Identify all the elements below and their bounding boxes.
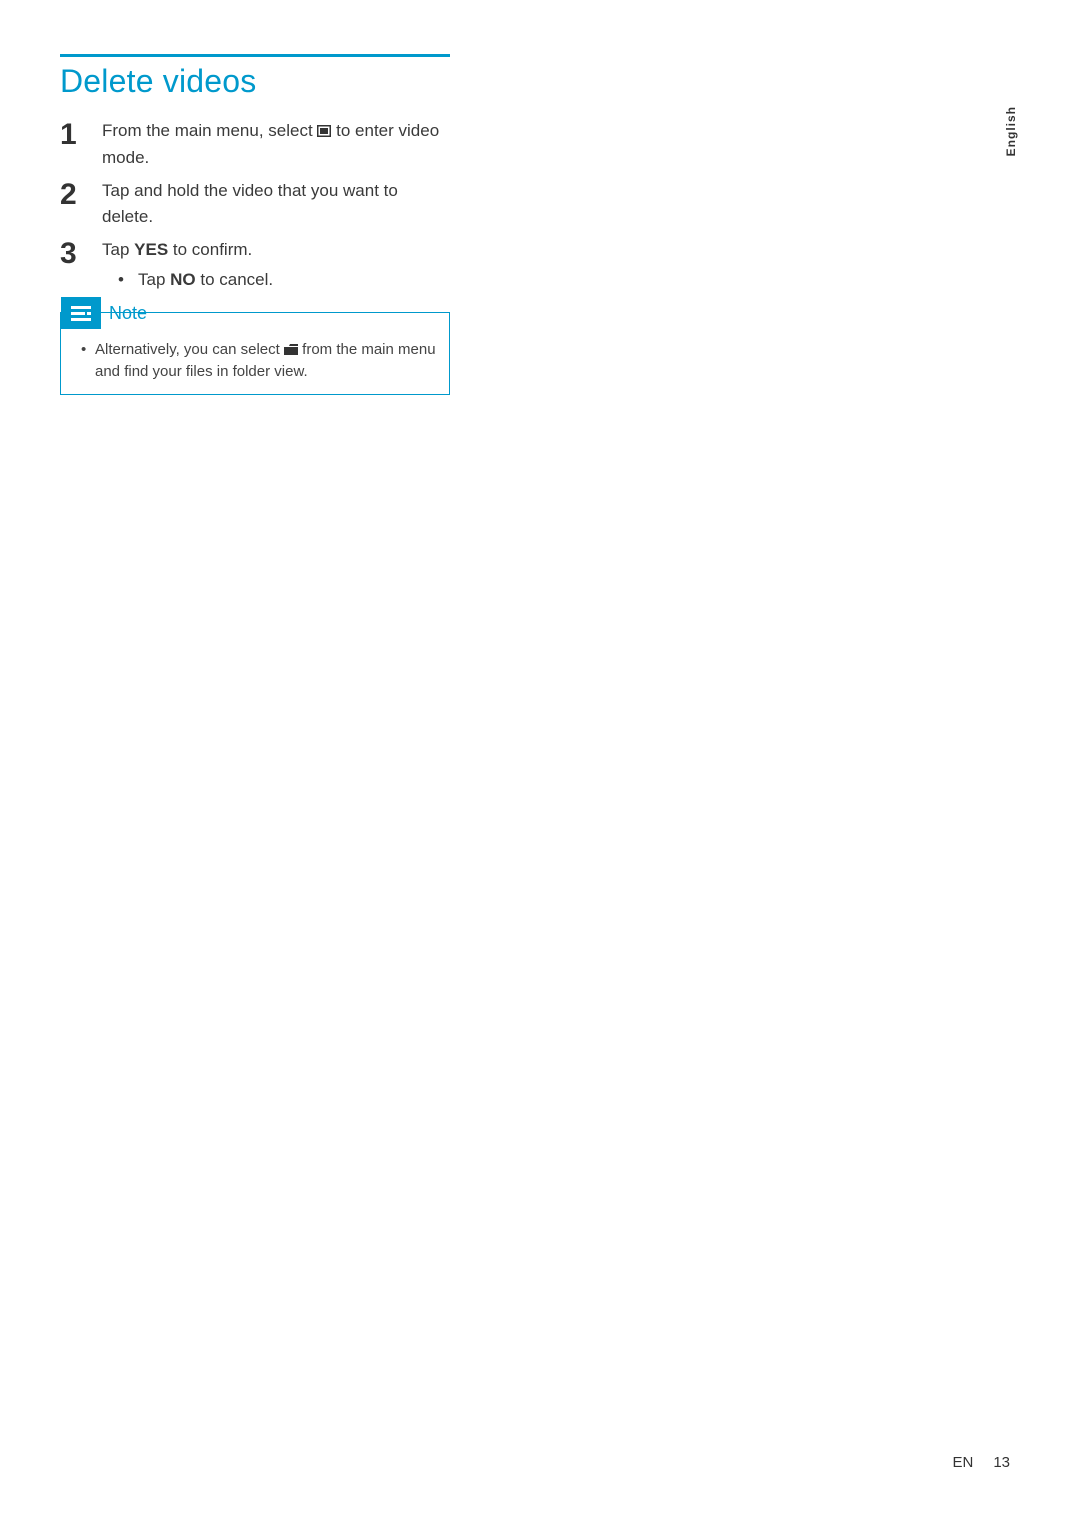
document-page: English Delete videos From the main menu… bbox=[0, 0, 1080, 1527]
language-side-tab: English bbox=[1002, 100, 1020, 162]
step3-pre: Tap bbox=[102, 240, 134, 259]
note-icon bbox=[61, 297, 101, 329]
step3-post: to confirm. bbox=[168, 240, 252, 259]
note-box: Note Alternatively, you can select from … bbox=[60, 312, 450, 395]
step3-sub-post: to cancel. bbox=[196, 270, 274, 289]
main-content-column: Delete videos From the main menu, select… bbox=[60, 54, 450, 395]
step-item-2: Tap and hold the video that you want to … bbox=[60, 178, 450, 229]
page-footer: EN 13 bbox=[952, 1454, 1010, 1471]
section-title: Delete videos bbox=[60, 63, 450, 100]
step1-pre: From the main menu, select bbox=[102, 121, 317, 140]
video-mode-icon bbox=[317, 119, 331, 145]
footer-page-number: 13 bbox=[993, 1454, 1010, 1471]
note-header: Note bbox=[61, 297, 449, 329]
note-pre: Alternatively, you can select bbox=[95, 341, 284, 358]
step3-sub-pre: Tap bbox=[138, 270, 170, 289]
step3-sublist: Tap NO to cancel. bbox=[102, 267, 450, 293]
step3-yes: YES bbox=[134, 240, 168, 259]
step2-text: Tap and hold the video that you want to … bbox=[102, 181, 398, 226]
note-item: Alternatively, you can select from the m… bbox=[81, 339, 437, 382]
step-item-3: Tap YES to confirm. Tap NO to cancel. bbox=[60, 237, 450, 292]
section-rule bbox=[60, 54, 450, 57]
footer-lang: EN bbox=[952, 1454, 973, 1471]
steps-list: From the main menu, select to enter vide… bbox=[60, 118, 450, 292]
folder-view-icon bbox=[284, 340, 298, 361]
note-label: Note bbox=[109, 303, 147, 324]
step3-no: NO bbox=[170, 270, 196, 289]
step3-sub-item: Tap NO to cancel. bbox=[102, 267, 450, 293]
step-item-1: From the main menu, select to enter vide… bbox=[60, 118, 450, 170]
note-body: Alternatively, you can select from the m… bbox=[61, 339, 449, 394]
